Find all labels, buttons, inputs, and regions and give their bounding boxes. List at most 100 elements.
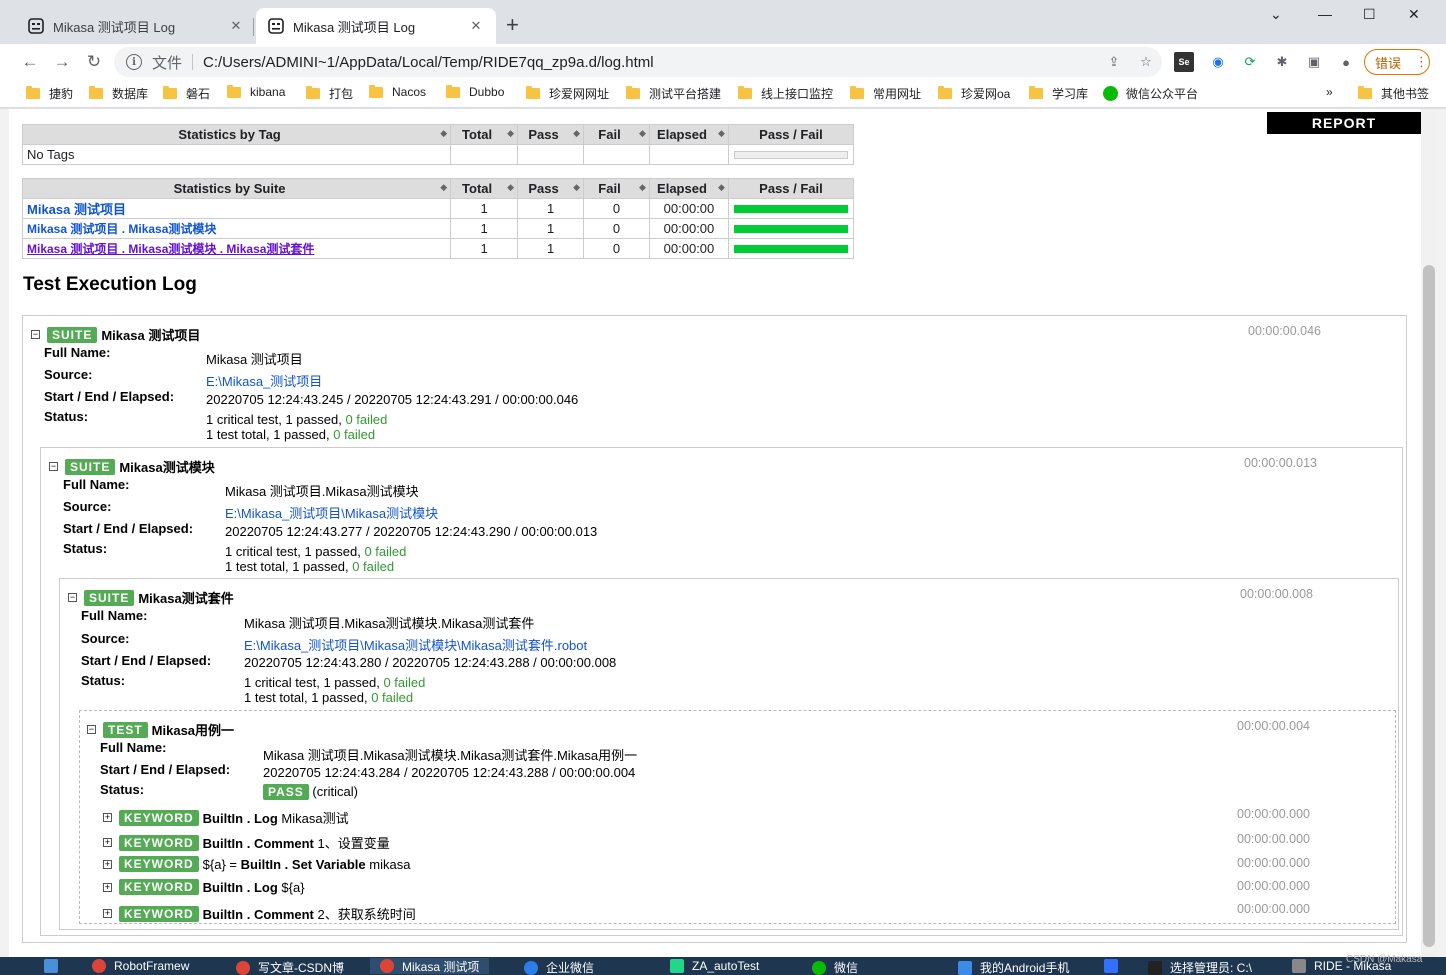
source-link[interactable]: E:\Mikasa_测试项目 [206,374,322,389]
column-header[interactable]: Fail ◆ [583,178,650,199]
meta-label: Start / End / Elapsed: [100,762,231,777]
report-button[interactable]: REPORT [1267,112,1421,134]
bookmark-item[interactable]: 线上接口监控 [738,85,833,102]
bookmarks-overflow-icon[interactable]: » [1326,85,1333,99]
maximize-icon[interactable]: ☐ [1363,6,1376,23]
bookmark-label: 线上接口监控 [761,87,834,101]
source-link[interactable]: E:\Mikasa_测试项目\Mikasa测试模块\Mikasa测试套件.rob… [244,638,587,653]
collapse-icon[interactable]: − [31,330,40,339]
cell-fail: 0 [583,238,650,259]
meta-label: Status: [81,673,126,688]
column-header[interactable]: Pass ◆ [517,124,585,145]
back-arrow-icon[interactable]: ← [18,50,42,74]
collapse-icon[interactable]: − [87,725,96,734]
share-icon[interactable]: ⇪ [1104,52,1124,72]
taskbar-item-active[interactable]: Mikasa 测试项 [370,958,490,974]
tab-log-2[interactable]: Mikasa 测试项目 Log ✕ [256,8,496,44]
taskbar-item[interactable]: 微信 [812,959,858,975]
expand-icon[interactable]: + [103,882,112,892]
column-header[interactable]: Pass ◆ [517,178,585,199]
keyword-row[interactable]: + KEYWORD BuiltIn . Comment 1、设置变量 [103,833,390,852]
bookmark-item[interactable]: 捷豹 [26,85,73,102]
taskbar-item[interactable]: RobotFramew [92,959,189,973]
table-row: Mikasa 测试项目 . Mikasa测试模块 1 1 0 00:00:00 [21,218,855,239]
bookmark-item[interactable]: 打包 [306,85,353,102]
forward-arrow-icon[interactable]: → [50,50,74,74]
suite-link[interactable]: Mikasa 测试项目 [27,202,126,217]
suite-header[interactable]: − SUITE Mikasa测试套件 [68,588,234,607]
suite-label: SUITE [84,589,135,606]
meta-label: Status: [63,541,108,556]
expand-icon[interactable]: + [103,838,112,847]
keyword-row[interactable]: + KEYWORD ${a} = BuiltIn . Set Variable … [103,856,410,872]
keyword-row[interactable]: + KEYWORD BuiltIn . Log Mikasa测试 [103,808,349,827]
close-icon[interactable]: ✕ [468,18,484,34]
other-bookmarks[interactable]: 其他书签 [1358,85,1429,102]
reload-icon[interactable]: ↻ [82,50,106,74]
bookmark-item[interactable]: 珍爱网网址 [526,85,609,102]
star-icon[interactable]: ☆ [1136,52,1156,72]
taskbar-icon[interactable] [44,959,66,973]
cell-pass: 1 [517,218,585,239]
selenium-extension-icon[interactable]: Se [1174,52,1194,72]
window-close-icon[interactable]: ✕ [1408,6,1420,23]
address-bar[interactable]: i 文件 C:/Users/ADMINI~1/AppData/Local/Tem… [114,47,1162,77]
column-header[interactable]: Fail ◆ [583,124,650,145]
column-header[interactable]: Statistics by Suite ◆ [21,178,452,199]
bookmark-label: 常用网址 [873,87,922,101]
taskbar-item[interactable] [1104,959,1126,973]
source-link[interactable]: E:\Mikasa_测试项目\Mikasa测试模块 [225,506,438,521]
times-value: 20220705 12:24:43.284 / 20220705 12:24:4… [263,765,636,780]
bookmark-item[interactable]: 测试平台搭建 [626,85,721,102]
chevron-down-icon[interactable]: ⌄ [1270,6,1282,23]
column-header[interactable]: Total ◆ [450,124,519,145]
collapse-icon[interactable]: − [49,462,58,471]
new-tab-icon[interactable]: + [506,14,519,36]
bookmark-item[interactable]: 数据库 [89,85,148,102]
column-header[interactable]: Elapsed ◆ [648,178,729,199]
puzzle-icon[interactable]: ✱ [1272,52,1292,72]
info-icon[interactable]: i [126,54,142,70]
error-button[interactable]: 错误 ⋮ [1364,49,1430,75]
pass-fail-bar [733,150,848,159]
profile-icon[interactable]: ● [1336,52,1356,72]
bookmark-item[interactable]: 磐石 [163,85,210,102]
taskbar-item[interactable]: 写文章-CSDN博 [236,959,344,975]
taskbar-item[interactable]: 我的Android手机 [958,959,1069,975]
suite-header[interactable]: − SUITE Mikasa测试模块 [49,457,215,476]
bookmark-item[interactable]: Dubbo [446,84,504,99]
suite-link[interactable]: Mikasa 测试项目 . Mikasa测试模块 [27,222,216,236]
expand-icon[interactable]: + [103,909,112,918]
sidepanel-icon[interactable]: ▣ [1304,52,1324,72]
taskbar-item[interactable]: ZA_autoTest [670,959,759,973]
column-header[interactable]: Statistics by Tag ◆ [21,124,452,145]
expand-icon[interactable]: + [103,859,112,869]
column-header[interactable]: Elapsed ◆ [648,124,729,145]
elapsed-time: 00:00:00.000 [1237,856,1310,870]
collapse-icon[interactable]: − [68,593,77,602]
bookmark-item[interactable]: Nacos [369,84,426,99]
keyword-row[interactable]: + KEYWORD BuiltIn . Log ${a} [103,879,305,895]
keyword-row[interactable]: + KEYWORD BuiltIn . Comment 2、获取系统时间 [103,904,416,923]
test-header[interactable]: − TEST Mikasa用例一 [87,720,234,739]
bookmark-item[interactable]: 微信公众平台 [1103,85,1198,102]
suite-header[interactable]: − SUITE Mikasa 测试项目 [31,325,200,344]
scrollbar-thumb[interactable] [1423,265,1435,947]
column-header[interactable]: Total ◆ [450,178,519,199]
bookmark-item[interactable]: 珍爱网oa [938,85,1010,102]
taskbar-item[interactable]: 选择管理员: C:\ [1148,959,1252,975]
bookmark-item[interactable]: 学习库 [1029,85,1088,102]
tab-log-1[interactable]: Mikasa 测试项目 Log ✕ [16,8,256,44]
bookmark-item[interactable]: kibana [227,84,285,99]
close-icon[interactable]: ✕ [228,18,244,34]
expand-icon[interactable]: + [103,813,112,822]
bookmark-item[interactable]: 常用网址 [850,85,921,102]
suite-link[interactable]: Mikasa 测试项目 . Mikasa测试模块 . Mikasa测试套件 [27,242,314,256]
elapsed-time: 00:00:00.046 [1248,324,1321,338]
meta-label: Status: [100,782,145,797]
translate-extension-icon[interactable]: ◉ [1208,52,1228,72]
meta-label: Full Name: [44,345,111,360]
minimize-icon[interactable]: — [1318,6,1332,22]
taskbar-item[interactable]: 企业微信 [524,959,594,975]
extension-icon[interactable]: ⟳ [1240,52,1260,72]
